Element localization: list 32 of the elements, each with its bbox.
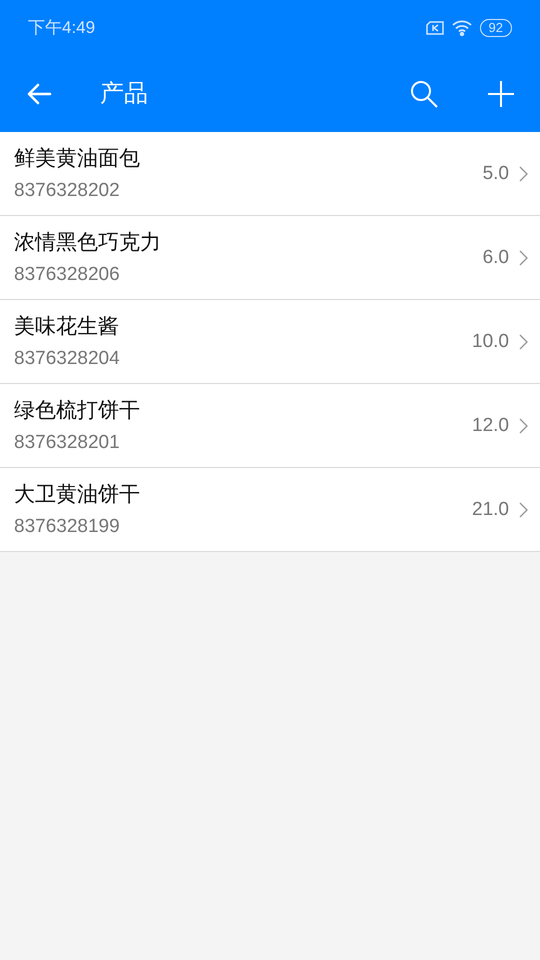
chevron-right-icon [519, 502, 528, 518]
search-button[interactable] [408, 78, 440, 110]
product-code: 8376328201 [14, 430, 121, 454]
page-title: 产品 [100, 79, 149, 109]
chevron-right-icon [519, 250, 528, 266]
product-code: 8376328204 [14, 346, 121, 370]
add-button[interactable] [486, 79, 516, 109]
product-price: 5.0 [482, 162, 509, 186]
product-price: 10.0 [472, 330, 509, 354]
product-row[interactable]: 浓情黑色巧克力 8376328206 6.0 [0, 216, 540, 300]
product-code: 8376328199 [14, 514, 121, 538]
product-row[interactable]: 绿色梳打饼干 8376328201 12.0 [0, 384, 540, 468]
product-name: 鲜美黄油面包 [14, 146, 141, 172]
product-name: 大卫黄油饼干 [14, 482, 141, 508]
status-time: 下午4:49 [28, 17, 96, 40]
battery-indicator: 92 [480, 19, 512, 37]
product-price: 6.0 [482, 246, 509, 270]
wifi-icon [452, 20, 472, 36]
product-row[interactable]: 大卫黄油饼干 8376328199 21.0 [0, 468, 540, 552]
chevron-right-icon [519, 334, 528, 350]
sim-icon [426, 21, 444, 35]
product-row[interactable]: 鲜美黄油面包 8376328202 5.0 [0, 132, 540, 216]
product-row[interactable]: 美味花生酱 8376328204 10.0 [0, 300, 540, 384]
product-price: 21.0 [472, 498, 509, 522]
chevron-right-icon [519, 166, 528, 182]
chevron-right-icon [519, 418, 528, 434]
product-name: 美味花生酱 [14, 314, 120, 340]
product-price: 12.0 [472, 414, 509, 438]
product-name: 浓情黑色巧克力 [14, 230, 162, 256]
product-code: 8376328202 [14, 178, 121, 202]
product-name: 绿色梳打饼干 [14, 398, 141, 424]
product-code: 8376328206 [14, 262, 121, 286]
